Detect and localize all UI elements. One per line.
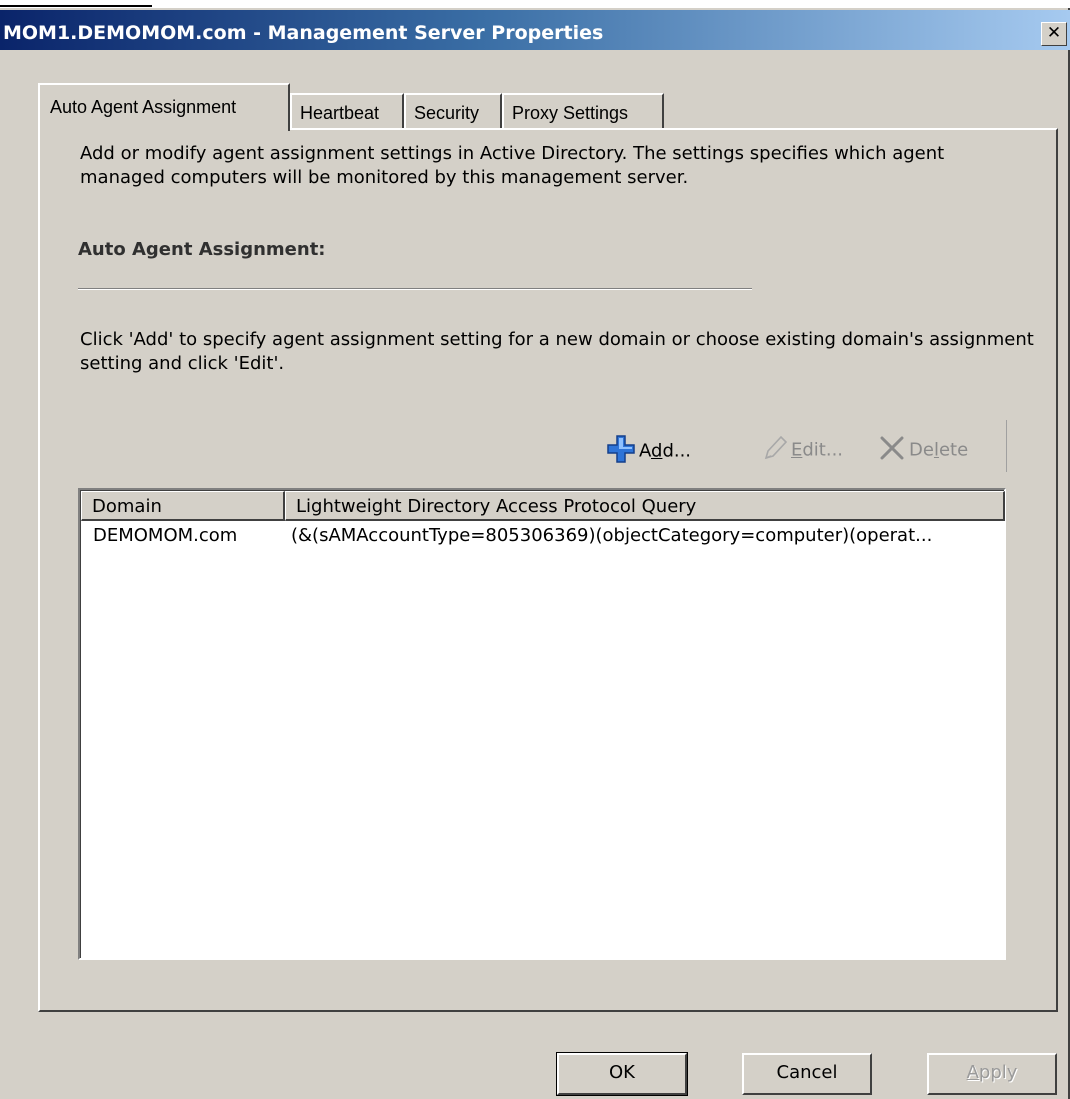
tab-heartbeat[interactable]: Heartbeat [290, 93, 404, 129]
close-icon: ✕ [1046, 23, 1062, 43]
table-row[interactable]: DEMOMOM.com (&(sAMAccountType=805306369)… [81, 523, 1004, 549]
cell-domain: DEMOMOM.com [93, 525, 238, 546]
edit-button[interactable]: Edit... [762, 434, 843, 467]
description-text: Add or modify agent assignment settings … [80, 143, 945, 188]
tab-panel: Add or modify agent assignment settings … [38, 128, 1058, 1012]
domain-list[interactable]: Domain Lightweight Directory Access Prot… [78, 488, 1006, 960]
tab-label: Proxy Settings [512, 103, 629, 123]
close-button[interactable]: ✕ [1041, 22, 1067, 46]
pencil-icon [762, 434, 788, 467]
instructions-text: Click 'Add' to specify agent assignment … [80, 329, 1034, 374]
section-label: Auto Agent Assignment: [78, 239, 326, 260]
cell-query: (&(sAMAccountType=805306369)(objectCateg… [291, 525, 933, 546]
delete-button[interactable]: Delete [878, 434, 968, 467]
top-strip-mark [0, 0, 152, 7]
add-button[interactable]: Add... [606, 434, 691, 469]
edit-label: Edit... [791, 439, 844, 461]
ok-button[interactable]: OK [556, 1052, 688, 1096]
cancel-label: Cancel [776, 1062, 838, 1083]
tab-proxy-settings[interactable]: Proxy Settings [502, 93, 664, 129]
apply-button[interactable]: Apply [927, 1053, 1057, 1095]
tab-label: Security [414, 103, 480, 123]
cancel-button[interactable]: Cancel [742, 1053, 872, 1095]
add-label: Add... [639, 440, 692, 462]
properties-dialog: MOM1.DEMOMOM.com - Management Server Pro… [0, 8, 1070, 1099]
tab-security[interactable]: Security [404, 93, 502, 129]
x-icon [878, 434, 906, 467]
apply-label: Apply [966, 1062, 1018, 1083]
column-header-label: Lightweight Directory Access Protocol Qu… [296, 496, 697, 517]
delete-label: Delete [909, 439, 969, 461]
toolbar: Add... Edit... Delete [602, 420, 1007, 472]
title-bar[interactable]: MOM1.DEMOMOM.com - Management Server Pro… [0, 10, 1070, 50]
column-header-domain[interactable]: Domain [81, 491, 285, 521]
ok-label: OK [609, 1062, 635, 1083]
list-header: Domain Lightweight Directory Access Prot… [81, 491, 1005, 521]
tab-label: Heartbeat [300, 103, 380, 123]
column-header-ldap-query[interactable]: Lightweight Directory Access Protocol Qu… [285, 491, 1005, 521]
section-separator [78, 288, 752, 290]
column-header-label: Domain [92, 496, 162, 517]
window-title: MOM1.DEMOMOM.com - Management Server Pro… [3, 22, 604, 44]
tab-auto-agent-assignment[interactable]: Auto Agent Assignment [38, 83, 290, 131]
plus-icon [606, 434, 636, 469]
top-strip [0, 0, 1070, 8]
tab-label: Auto Agent Assignment [50, 97, 237, 117]
